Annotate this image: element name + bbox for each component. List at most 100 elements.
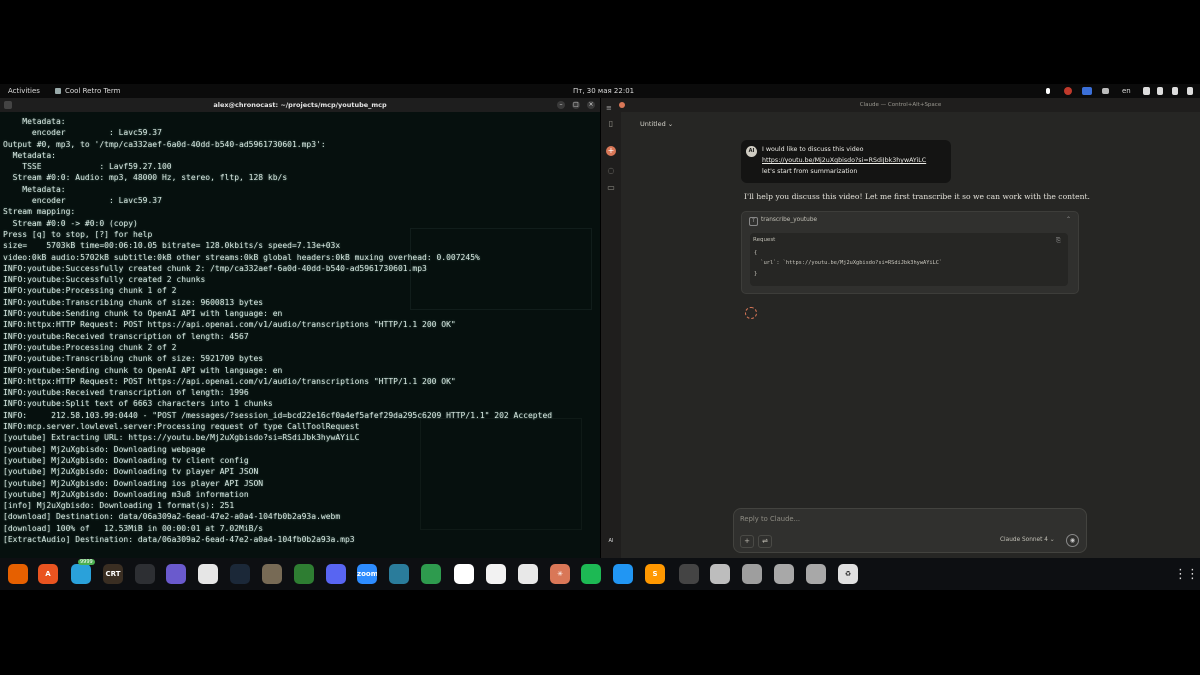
user-avatar: AI <box>746 146 757 157</box>
files-icon[interactable] <box>710 564 730 584</box>
tray-telegram-icon[interactable] <box>1102 88 1109 94</box>
libreoffice-calc-icon[interactable] <box>421 564 441 584</box>
terminal-line: INFO:youtube:Transcribing chunk of size:… <box>3 297 264 307</box>
terminal-titlebar: alex@chronocast: ~/projects/mcp/youtube_… <box>0 98 600 112</box>
terminal-line: encoder : Lavc59.37 <box>3 128 162 138</box>
copy-icon[interactable]: ⎘ <box>1056 237 1061 245</box>
disk-icon[interactable] <box>742 564 762 584</box>
tray-arrow-icon[interactable] <box>1046 88 1050 94</box>
collapse-chevron-icon[interactable]: ⌃ <box>1066 216 1071 223</box>
tray-zoom-icon[interactable] <box>1082 87 1092 95</box>
notification-badge: 9999 <box>78 559 95 565</box>
cool-retro-term-icon[interactable]: CRT <box>103 564 123 584</box>
terminal-line: size= 5703kB time=00:06:10.05 bitrate= 1… <box>3 241 341 251</box>
drive-icon[interactable] <box>774 564 794 584</box>
speech-bubble-icon[interactable] <box>198 564 218 584</box>
terminal-line: [youtube] Mj2uXgbisdo: Downloading ios p… <box>3 478 264 488</box>
chats-icon[interactable]: ◌ <box>607 167 615 175</box>
terminal-line: INFO:youtube:Sending chunk to OpenAI API… <box>3 309 283 319</box>
spotify-icon[interactable] <box>581 564 601 584</box>
maximize-button[interactable]: □ <box>572 101 580 109</box>
terminal-line: INFO: 212.58.103.99:0440 - "POST /messag… <box>3 410 553 420</box>
dock: A CRT zoom ✳ S ♻ 9999 ⋮⋮⋮ <box>0 558 1200 590</box>
terminal-line: INFO:youtube:Transcribing chunk of size:… <box>3 354 264 364</box>
show-apps-icon[interactable]: ⋮⋮⋮ <box>1174 567 1200 582</box>
terminal-window[interactable]: alex@chronocast: ~/projects/mcp/youtube_… <box>0 98 600 558</box>
trash-icon[interactable]: ♻ <box>838 564 858 584</box>
drive-2-icon[interactable] <box>806 564 826 584</box>
terminal-line: Metadata: <box>3 184 66 194</box>
cube-icon[interactable] <box>679 564 699 584</box>
send-icon[interactable] <box>613 564 633 584</box>
power-icon[interactable] <box>1187 87 1193 95</box>
request-code-line: { <box>754 250 758 256</box>
message-composer[interactable]: + ⇌ Claude Sonnet 4 ⌄ ◉ <box>733 508 1087 553</box>
sublime-text-icon[interactable]: S <box>645 564 665 584</box>
focused-app-name[interactable]: Cool Retro Term <box>65 87 120 95</box>
system-monitor-icon[interactable] <box>135 564 155 584</box>
terminal-line: INFO:youtube:Sending chunk to OpenAI API… <box>3 365 283 375</box>
battery-icon[interactable] <box>1172 87 1178 95</box>
stop-button[interactable]: ◉ <box>1066 534 1079 547</box>
terminal-line: Stream #0:0 -> #0:0 (copy) <box>3 218 138 228</box>
tool-name: transcribe_youtube <box>761 217 818 223</box>
terminal-line: [download] 100% of 12.53MiB in 00:00:01 … <box>3 523 264 533</box>
claude-window[interactable]: ≡ Claude — Control+Alt+Space ▯ + ◌ ▭ AI … <box>601 98 1200 558</box>
model-selector[interactable]: Claude Sonnet 4 ⌄ <box>1000 537 1055 543</box>
terminal-line: [youtube] Mj2uXgbisdo: Downloading tv pl… <box>3 467 259 477</box>
terminal-line: INFO:youtube:Split text of 6663 characte… <box>3 399 273 409</box>
claude-icon[interactable]: ✳ <box>550 564 570 584</box>
tools-button[interactable]: ⇌ <box>758 535 772 548</box>
user-message-line: I would like to discuss this video <box>762 146 864 153</box>
chat-title[interactable]: Untitled ⌄ <box>640 120 673 128</box>
terminal-app-icon <box>4 101 12 109</box>
terminal-line: Metadata: <box>3 150 56 160</box>
app-center-icon[interactable]: A <box>38 564 58 584</box>
loading-spinner-icon <box>745 307 757 319</box>
panel-icon[interactable] <box>389 564 409 584</box>
terminal-line: Output #0, mp3, to '/tmp/ca332aef-6a0d-4… <box>3 139 326 149</box>
language-indicator[interactable]: en <box>1122 87 1131 95</box>
zoom-icon[interactable]: zoom <box>357 564 377 584</box>
projects-icon[interactable]: ▭ <box>607 184 615 192</box>
inkscape-icon[interactable] <box>454 564 474 584</box>
minimize-button[interactable]: – <box>557 101 565 109</box>
claude-titlebar: ≡ Claude — Control+Alt+Space <box>601 98 1200 112</box>
top-bar: Activities Cool Retro Term Пт, 30 мая 22… <box>0 84 1200 98</box>
tool-use-card[interactable]: T transcribe_youtube ⌃ Request ⎘ { `url`… <box>741 211 1079 294</box>
add-attachment-button[interactable]: + <box>740 535 754 548</box>
terminal-line: INFO:youtube:Successfully created chunk … <box>3 263 427 273</box>
close-button[interactable]: × <box>587 101 595 109</box>
package-icon[interactable] <box>518 564 538 584</box>
new-chat-icon[interactable]: + <box>606 146 616 156</box>
firefox-icon[interactable] <box>8 564 28 584</box>
terminal-line: INFO:mcp.server.lowlevel.server:Processi… <box>3 422 360 432</box>
user-avatar-rail[interactable]: AI <box>605 537 617 545</box>
file-roller-icon[interactable] <box>166 564 186 584</box>
terminal-line: [youtube] Extracting URL: https://youtu.… <box>3 433 360 443</box>
activities-button[interactable]: Activities <box>8 87 40 95</box>
inkscape-alt-icon[interactable] <box>486 564 506 584</box>
steam-icon[interactable] <box>230 564 250 584</box>
network-icon[interactable] <box>1143 87 1150 95</box>
discord-icon[interactable] <box>326 564 346 584</box>
request-code-line: `url`: `https://youtu.be/Mj2uXgbisdo?si=… <box>754 260 943 266</box>
terminal-line: [youtube] Mj2uXgbisdo: Downloading webpa… <box>3 444 206 454</box>
volume-icon[interactable] <box>1157 87 1163 95</box>
clock[interactable]: Пт, 30 мая 22:01 <box>573 87 634 95</box>
terminal-line: Press [q] to stop, [?] for help <box>3 229 153 239</box>
tray-record-icon[interactable] <box>1064 87 1072 95</box>
terminal-line: [info] Mj2uXgbisdo: Downloading 1 format… <box>3 501 235 511</box>
gimp-icon[interactable] <box>262 564 282 584</box>
user-message-line: let's start from summarization <box>762 168 858 175</box>
terminal-title: alex@chronocast: ~/projects/mcp/youtube_… <box>213 101 387 109</box>
terminal-line: encoder : Lavc59.37 <box>3 196 162 206</box>
request-code-line: } <box>754 271 758 277</box>
sidebar-toggle-icon[interactable]: ▯ <box>607 120 615 128</box>
reply-input[interactable] <box>740 515 1040 523</box>
telegram-icon[interactable] <box>71 564 91 584</box>
video-link[interactable]: https://youtu.be/Mj2uXgbisdo?si=RSdiJbk3… <box>762 157 926 164</box>
terminal-output: Metadata: encoder : Lavc59.37 Output #0, … <box>3 116 598 545</box>
globe-icon[interactable] <box>294 564 314 584</box>
user-message: AI I would like to discuss this video ht… <box>741 140 951 183</box>
